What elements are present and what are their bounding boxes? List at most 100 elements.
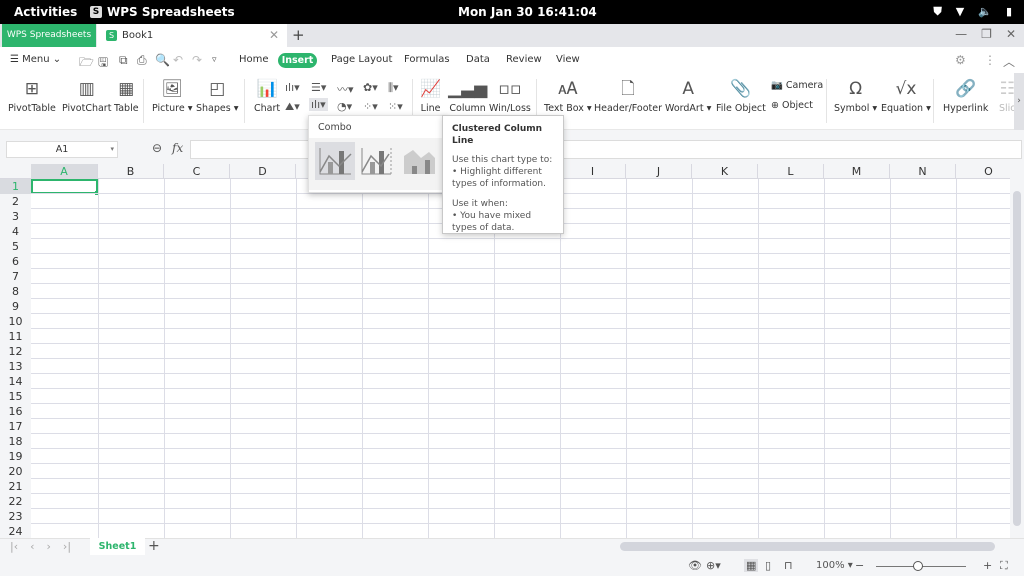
page-layout-view-icon[interactable]: ▯: [765, 559, 771, 572]
column-header-n[interactable]: N: [890, 164, 956, 179]
chevron-down-icon[interactable]: ▾: [110, 142, 114, 157]
ribbon-scroll-right[interactable]: ›: [1014, 73, 1024, 130]
pie-chart-dropdown[interactable]: ◔▾: [337, 100, 352, 113]
row-header-7[interactable]: 7: [0, 269, 31, 284]
row-header-23[interactable]: 23: [0, 509, 31, 524]
sheet-tab-sheet1[interactable]: Sheet1: [90, 538, 145, 555]
freeze-panes-icon[interactable]: ⊕▾: [706, 559, 721, 572]
zoom-formula-icon[interactable]: ⊖: [152, 141, 162, 155]
activities-button[interactable]: Activities: [14, 5, 77, 19]
next-sheet-icon[interactable]: ›: [47, 540, 51, 553]
row-header-14[interactable]: 14: [0, 374, 31, 389]
column-header-l[interactable]: L: [758, 164, 824, 179]
app-menu[interactable]: S WPS Spreadsheets: [90, 5, 235, 19]
clock[interactable]: Mon Jan 30 16:41:04: [458, 5, 597, 19]
bar-chart-dropdown[interactable]: ☰▾: [311, 81, 326, 94]
close-tab-icon[interactable]: ✕: [269, 28, 279, 42]
tab-view[interactable]: View: [556, 54, 580, 65]
horizontal-scrollbar[interactable]: [620, 542, 995, 551]
export-pdf-icon[interactable]: ⧉: [119, 53, 128, 68]
first-sheet-icon[interactable]: |‹: [10, 540, 18, 553]
column-header-b[interactable]: B: [98, 164, 164, 179]
selected-cell[interactable]: [31, 179, 99, 195]
restore-icon[interactable]: ❐: [981, 27, 992, 41]
row-header-21[interactable]: 21: [0, 479, 31, 494]
tab-data[interactable]: Data: [466, 54, 490, 65]
column-header-i[interactable]: I: [560, 164, 626, 179]
object-button[interactable]: ⊕ Object: [771, 100, 813, 111]
select-all-corner[interactable]: [0, 164, 31, 179]
vertical-scroll-thumb[interactable]: [1013, 191, 1021, 526]
header-footer-button[interactable]: 🗋 Header/Footer: [594, 78, 662, 114]
row-header-17[interactable]: 17: [0, 419, 31, 434]
row-header-22[interactable]: 22: [0, 494, 31, 509]
save-icon[interactable]: 🖫: [98, 53, 108, 74]
row-header-6[interactable]: 6: [0, 254, 31, 269]
tab-home[interactable]: Home: [239, 54, 269, 65]
row-header-1[interactable]: 1: [0, 179, 31, 194]
collapse-ribbon-icon[interactable]: ︿: [1003, 53, 1015, 70]
sparkline-line-button[interactable]: 📈 Line: [420, 78, 441, 114]
row-header-20[interactable]: 20: [0, 464, 31, 479]
area-chart-dropdown[interactable]: ⛰▾: [285, 100, 300, 114]
normal-view-icon[interactable]: ▦: [744, 559, 759, 572]
row-header-18[interactable]: 18: [0, 434, 31, 449]
column-header-j[interactable]: J: [626, 164, 692, 179]
minimize-icon[interactable]: —: [955, 27, 967, 41]
row-header-15[interactable]: 15: [0, 389, 31, 404]
new-tab-button[interactable]: +: [292, 26, 305, 44]
tab-page-layout[interactable]: Page Layout: [331, 54, 392, 65]
print-preview-icon[interactable]: 🔍: [155, 53, 170, 67]
more-icon[interactable]: ⋮: [984, 53, 996, 67]
equation-button[interactable]: √x Equation ▾: [881, 78, 931, 114]
add-sheet-button[interactable]: +: [148, 538, 160, 554]
page-break-view-icon[interactable]: ⊓: [784, 559, 793, 572]
row-header-4[interactable]: 4: [0, 224, 31, 239]
combo-chart-dropdown[interactable]: ılı▾: [309, 98, 328, 111]
name-box[interactable]: A1 ▾: [6, 141, 118, 158]
tab-wps-home[interactable]: WPS Spreadsheets: [2, 24, 96, 47]
scatter-chart-dropdown[interactable]: ⁘▾: [363, 100, 378, 113]
combo-option-clustered-column-line[interactable]: [315, 142, 355, 180]
prev-sheet-icon[interactable]: ‹: [30, 540, 34, 553]
row-header-19[interactable]: 19: [0, 449, 31, 464]
sparkline-winloss-button[interactable]: ▫▫ Win/Loss: [489, 78, 531, 114]
column-header-a[interactable]: A: [31, 164, 98, 179]
customize-icon[interactable]: ▿: [212, 55, 217, 65]
row-header-12[interactable]: 12: [0, 344, 31, 359]
column-header-d[interactable]: D: [230, 164, 296, 179]
combo-option-stacked-area-column[interactable]: [399, 142, 439, 180]
last-sheet-icon[interactable]: ›|: [63, 540, 71, 553]
file-object-button[interactable]: 📎 File Object: [716, 78, 766, 114]
row-header-16[interactable]: 16: [0, 404, 31, 419]
pivotchart-button[interactable]: ▥ PivotChart: [62, 78, 111, 114]
tab-book1[interactable]: S Book1 ✕: [97, 24, 287, 47]
sparkline-column-button[interactable]: ▁▃▅ Column: [448, 78, 487, 114]
row-header-24[interactable]: 24: [0, 524, 31, 538]
zoom-in-button[interactable]: +: [983, 559, 992, 572]
row-header-8[interactable]: 8: [0, 284, 31, 299]
line-chart-dropdown[interactable]: 〰▾: [337, 81, 354, 97]
tab-insert[interactable]: Insert: [278, 53, 317, 68]
zoom-level-dropdown[interactable]: 100% ▾: [816, 560, 853, 571]
tab-formulas[interactable]: Formulas: [404, 54, 450, 65]
row-header-2[interactable]: 2: [0, 194, 31, 209]
undo-icon[interactable]: ↶: [173, 53, 183, 67]
combo-option-secondary-axis[interactable]: [357, 142, 397, 180]
close-window-icon[interactable]: ✕: [1006, 27, 1016, 41]
column-header-c[interactable]: C: [164, 164, 230, 179]
row-header-3[interactable]: 3: [0, 209, 31, 224]
textbox-button[interactable]: 🗚 Text Box ▾: [544, 78, 592, 114]
system-tray[interactable]: ⛊ ▼ 🔈 ▮: [934, 5, 1012, 19]
menu-button[interactable]: ☰ Menu ⌄: [10, 54, 61, 65]
row-header-13[interactable]: 13: [0, 359, 31, 374]
column-header-m[interactable]: M: [824, 164, 890, 179]
tab-review[interactable]: Review: [506, 54, 542, 65]
row-header-9[interactable]: 9: [0, 299, 31, 314]
eye-protection-icon[interactable]: 👁: [688, 559, 702, 572]
row-header-5[interactable]: 5: [0, 239, 31, 254]
shapes-button[interactable]: ◰ Shapes ▾: [196, 78, 239, 114]
hyperlink-button[interactable]: 🔗 Hyperlink: [943, 78, 988, 114]
column-header-o[interactable]: O: [956, 164, 1010, 179]
column-chart-dropdown[interactable]: ılı▾: [285, 81, 300, 94]
